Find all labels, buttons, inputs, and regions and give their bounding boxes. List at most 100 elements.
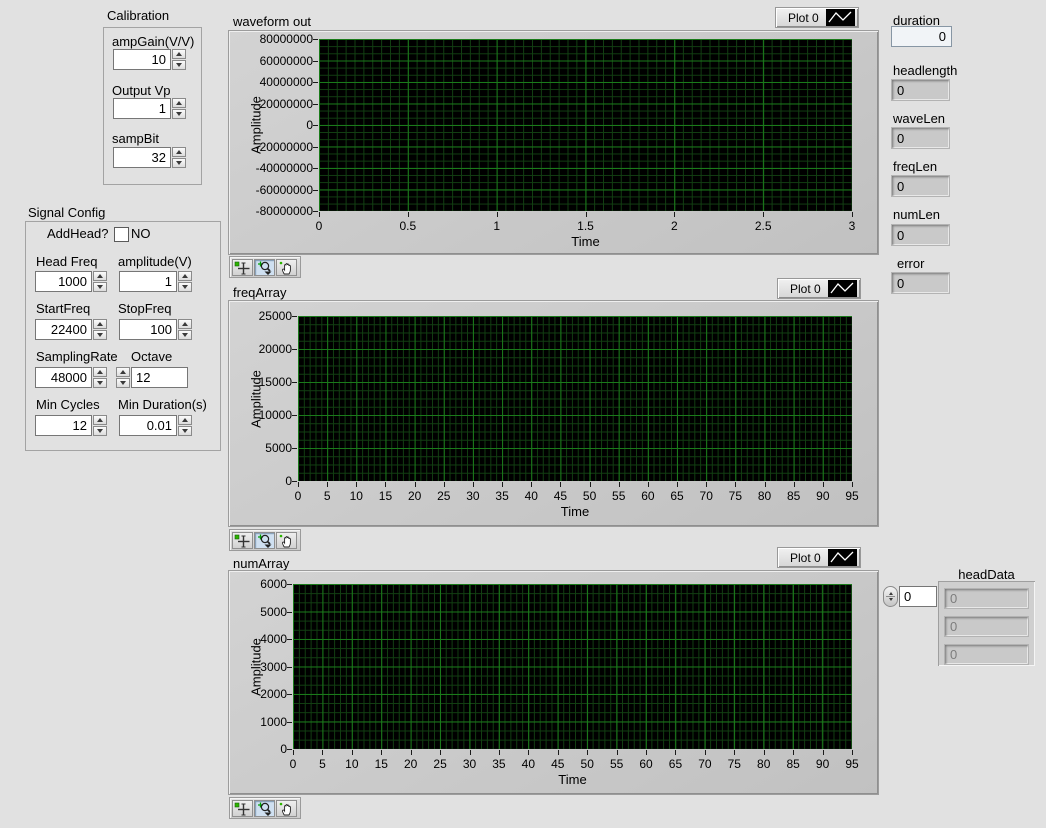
startfreq-input[interactable]: 22400 [35,319,92,340]
octave-input[interactable]: 12 [131,367,188,388]
amplitude-spinner [178,271,192,292]
decrement-button[interactable] [172,60,186,70]
zoom-magnifier-icon[interactable] [254,259,275,276]
plot-legend[interactable]: Plot 0 [775,7,859,28]
x-tick-mark [587,750,588,755]
decrement-button[interactable] [178,330,192,340]
graph-title-freqarray: freqArray [233,286,286,300]
increment-button[interactable] [93,415,107,425]
decrement-button[interactable] [172,109,186,119]
y-tick-label: 5000 [208,441,292,455]
increment-button[interactable] [93,367,107,377]
y-tick-label: 20000 [208,342,292,356]
increment-button[interactable] [178,415,192,425]
decrement-button[interactable] [93,378,107,388]
crosshair-cursor-icon[interactable] [232,259,253,276]
decrement-button[interactable] [178,426,192,436]
increment-button[interactable] [116,367,130,377]
headfreq-label: Head Freq [36,255,97,269]
x-tick-label: 60 [639,757,652,771]
increment-button[interactable] [172,98,186,108]
increment-button[interactable] [172,147,186,157]
array-index-spinner[interactable] [883,586,898,607]
x-tick-mark [764,750,765,755]
pan-hand-icon[interactable] [276,532,297,549]
x-tick-label: 10 [345,757,358,771]
crosshair-cursor-icon[interactable] [232,800,253,817]
plot-legend-label: Plot 0 [790,282,821,296]
x-tick-label: 60 [641,489,654,503]
decrement-button[interactable] [178,282,192,292]
increment-button[interactable] [178,271,192,281]
y-tick-label: -60000000 [229,183,313,197]
headfreq-input[interactable]: 1000 [35,271,92,292]
headdata-element-value: 0 [950,647,957,662]
sampbit-label: sampBit [112,132,159,146]
x-tick-label: 65 [670,489,683,503]
x-tick-mark [502,482,503,487]
plot-area[interactable] [319,39,852,211]
samplingrate-spinner [93,367,107,388]
x-tick-mark [852,750,853,755]
y-tick-label: -40000000 [229,161,313,175]
headdata-element: 0 [944,616,1029,637]
x-tick-label: 70 [700,489,713,503]
plot-legend[interactable]: Plot 0 [777,278,861,299]
y-tick-label: 15000 [208,375,292,389]
increment-button[interactable] [172,49,186,59]
minduration-value: 0.01 [147,418,172,433]
decrement-button[interactable] [93,426,107,436]
numlen-label: numLen [893,208,940,222]
plot-area[interactable] [298,316,852,481]
increment-button[interactable] [93,271,107,281]
mincycles-input[interactable]: 12 [35,415,92,436]
ampgain-spinner [172,49,186,70]
y-tick-mark [313,104,318,105]
x-tick-mark [619,482,620,487]
duration-value: 0 [939,29,946,44]
y-tick-mark [313,82,318,83]
pan-hand-icon[interactable] [276,259,297,276]
y-tick-mark [313,190,318,191]
samplingrate-input[interactable]: 48000 [35,367,92,388]
addhead-checkbox[interactable] [114,227,129,242]
y-tick-label: 80000000 [229,32,313,46]
plot-legend[interactable]: Plot 0 [777,547,861,568]
mincycles-control: 12 [35,415,107,436]
stopfreq-input[interactable]: 100 [119,319,177,340]
minduration-input[interactable]: 0.01 [119,415,177,436]
x-tick-mark [385,482,386,487]
increment-button[interactable] [93,319,107,329]
sampbit-spinner [172,147,186,168]
decrement-button[interactable] [116,378,130,388]
array-index-input[interactable]: 0 [899,586,937,607]
x-tick-label: 50 [581,757,594,771]
ampgain-control: 10 [113,49,186,70]
x-tick-label: 85 [787,489,800,503]
outputvp-input[interactable]: 1 [113,98,171,119]
amplitude-input[interactable]: 1 [119,271,177,292]
headlength-indicator: 0 [891,79,950,101]
x-tick-mark [470,750,471,755]
y-tick-label: 0 [203,742,287,756]
decrement-button[interactable] [93,330,107,340]
sampbit-input[interactable]: 32 [113,147,171,168]
x-tick-label: 20 [408,489,421,503]
x-tick-label: 1 [493,219,500,233]
decrement-button[interactable] [172,158,186,168]
pan-hand-icon[interactable] [276,800,297,817]
zoom-magnifier-icon[interactable] [254,532,275,549]
zoom-magnifier-icon[interactable] [254,800,275,817]
freqlen-indicator: 0 [891,175,950,197]
y-tick-label: 6000 [203,577,287,591]
mincycles-value: 12 [73,418,87,433]
plot-area[interactable] [293,584,852,749]
headdata-label: headData [938,568,1035,582]
increment-button[interactable] [178,319,192,329]
octave-label: Octave [131,350,172,364]
amplitude-value: 1 [165,274,172,289]
y-tick-mark [292,349,297,350]
ampgain-input[interactable]: 10 [113,49,171,70]
decrement-button[interactable] [93,282,107,292]
crosshair-cursor-icon[interactable] [232,532,253,549]
